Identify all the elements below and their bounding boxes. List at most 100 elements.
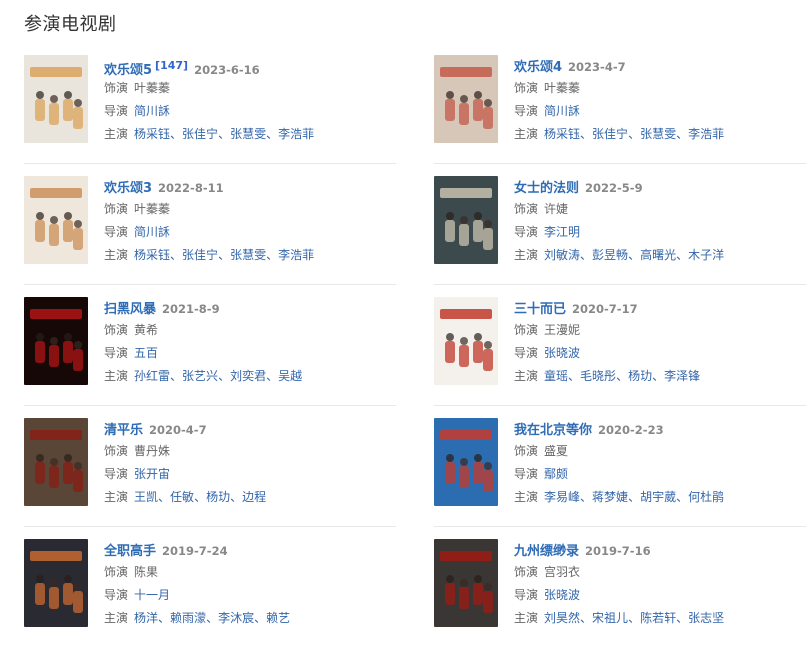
cast-member-link[interactable]: 吴越 [278, 369, 302, 383]
role-label: 饰演 [514, 81, 539, 95]
cast-member-link[interactable]: 杨玏 [628, 369, 652, 383]
role-value: 陈果 [134, 565, 159, 579]
poster-image[interactable] [24, 539, 88, 627]
director-link[interactable]: 张开宙 [134, 467, 170, 481]
cast-member-link[interactable]: 何杜鹃 [688, 490, 724, 504]
role-label: 饰演 [104, 565, 129, 579]
role-value: 曹丹姝 [134, 444, 171, 458]
cast-member-link[interactable]: 李浩菲 [278, 248, 314, 262]
cast-member-link[interactable]: 任敏 [170, 490, 194, 504]
director-link[interactable]: 十一月 [134, 588, 170, 602]
cast-member-link[interactable]: 张佳宁 [182, 127, 218, 141]
cast-member-link[interactable]: 张佳宁 [182, 248, 218, 262]
cast-member-link[interactable]: 杨洋 [134, 611, 158, 625]
show-title-link[interactable]: 欢乐颂3 [104, 181, 152, 196]
cast-separator: 、 [194, 490, 207, 504]
show-title-link[interactable]: 九州缥缈录 [514, 544, 579, 559]
director-link[interactable]: 鄢颇 [544, 467, 568, 481]
director-link[interactable]: 简川訸 [134, 225, 170, 239]
cast-member-link[interactable]: 王凯 [134, 490, 158, 504]
tv-show-grid: 欢乐颂5 [147] 2023-6-16 饰演 叶蓁蓁 导演 简川訸 主演 杨采钰、张佳宁、张慧… [0, 0, 806, 640]
cast-member-link[interactable]: 彭昱畅 [592, 248, 628, 262]
reference-link[interactable]: [147] [155, 59, 188, 72]
cast-member-link[interactable]: 刘昊然 [544, 611, 580, 625]
cast-member-link[interactable]: 赖艺 [266, 611, 290, 625]
director-link[interactable]: 简川訸 [134, 104, 170, 118]
cast-separator: 、 [580, 248, 593, 262]
cast-separator: 、 [218, 127, 231, 141]
cast-member-link[interactable]: 张艺兴 [182, 369, 218, 383]
release-date: 2022-8-11 [158, 181, 224, 195]
cast-member-link[interactable]: 杨采钰 [134, 127, 170, 141]
poster-image[interactable] [434, 176, 498, 264]
cast-separator: 、 [568, 369, 581, 383]
poster-image[interactable] [24, 55, 88, 143]
show-title-link[interactable]: 女士的法则 [514, 181, 579, 196]
cast-member-link[interactable]: 刘敏涛 [544, 248, 580, 262]
cast-member-link[interactable]: 杨采钰 [544, 127, 580, 141]
director-label: 导演 [104, 346, 129, 360]
director-link[interactable]: 张晓波 [544, 588, 580, 602]
release-date: 2023-6-16 [194, 63, 260, 77]
show-title-link[interactable]: 三十而已 [514, 302, 566, 317]
cast-member-link[interactable]: 高曙光 [640, 248, 676, 262]
cast-member-link[interactable]: 张慧雯 [230, 127, 266, 141]
show-info: 我在北京等你 2020-2-23 饰演 盛夏 导演 鄢颇 主演 李易峰、蒋梦婕、胡宇葳、何杜鹃 [514, 418, 806, 509]
cast-separator: 、 [170, 127, 183, 141]
poster-image[interactable] [24, 418, 88, 506]
row-divider [24, 526, 396, 527]
cast-separator: 、 [616, 369, 629, 383]
cast-member-link[interactable]: 张志坚 [688, 611, 724, 625]
cast-member-link[interactable]: 童瑶 [544, 369, 568, 383]
show-title-link[interactable]: 欢乐颂4 [514, 60, 562, 75]
show-title-link[interactable]: 欢乐颂5 [104, 63, 152, 78]
tv-show-card: 三十而已 2020-7-17 饰演 王漫妮 导演 张晓波 主演 童瑶、毛晓彤、杨玏、李泽锋 [434, 297, 806, 407]
poster-image[interactable] [434, 418, 498, 506]
cast-member-link[interactable]: 蒋梦婕 [592, 490, 628, 504]
show-title-link[interactable]: 我在北京等你 [514, 423, 592, 438]
cast-member-link[interactable]: 李泽锋 [664, 369, 700, 383]
cast-member-link[interactable]: 李浩菲 [688, 127, 724, 141]
cast-member-link[interactable]: 刘奕君 [230, 369, 266, 383]
cast-row: 主演 杨采钰、张佳宁、张慧雯、李浩菲 [104, 123, 404, 146]
cast-member-link[interactable]: 李沐宸 [218, 611, 254, 625]
cast-separator: 、 [676, 490, 689, 504]
cast-member-link[interactable]: 张佳宁 [592, 127, 628, 141]
poster-image[interactable] [434, 297, 498, 385]
poster-image[interactable] [434, 539, 498, 627]
cast-member-link[interactable]: 张慧雯 [230, 248, 266, 262]
role-value: 许婕 [544, 202, 569, 216]
cast-member-link[interactable]: 木子洋 [688, 248, 724, 262]
cast-member-link[interactable]: 宋祖儿 [592, 611, 628, 625]
director-link[interactable]: 李江明 [544, 225, 580, 239]
cast-member-link[interactable]: 胡宇葳 [640, 490, 676, 504]
director-link[interactable]: 张晓波 [544, 346, 580, 360]
title-line: 欢乐颂3 2022-8-11 [104, 176, 404, 198]
director-row: 导演 简川訸 [514, 100, 806, 123]
row-divider [24, 163, 396, 164]
director-link[interactable]: 五百 [134, 346, 158, 360]
director-link[interactable]: 简川訸 [544, 104, 580, 118]
cast-member-link[interactable]: 陈若轩 [640, 611, 676, 625]
cast-member-link[interactable]: 李浩菲 [278, 127, 314, 141]
cast-member-link[interactable]: 杨玏 [206, 490, 230, 504]
title-line: 欢乐颂5 [147] 2023-6-16 [104, 55, 404, 78]
poster-image[interactable] [24, 297, 88, 385]
cast-member-link[interactable]: 张慧雯 [640, 127, 676, 141]
show-title-link[interactable]: 扫黑风暴 [104, 302, 156, 317]
poster-image[interactable] [24, 176, 88, 264]
cast-member-link[interactable]: 边程 [242, 490, 266, 504]
cast-member-link[interactable]: 杨采钰 [134, 248, 170, 262]
release-date: 2020-4-7 [149, 423, 207, 437]
poster-image[interactable] [434, 55, 498, 143]
director-row: 导演 张开宙 [104, 463, 404, 486]
cast-member-link[interactable]: 赖雨濛 [170, 611, 206, 625]
show-title-link[interactable]: 清平乐 [104, 423, 143, 438]
release-date: 2022-5-9 [585, 181, 643, 195]
cast-label: 主演 [514, 248, 539, 262]
cast-member-link[interactable]: 孙红雷 [134, 369, 170, 383]
title-line: 九州缥缈录 2019-7-16 [514, 539, 806, 561]
show-title-link[interactable]: 全职高手 [104, 544, 156, 559]
cast-member-link[interactable]: 毛晓彤 [580, 369, 616, 383]
cast-member-link[interactable]: 李易峰 [544, 490, 580, 504]
